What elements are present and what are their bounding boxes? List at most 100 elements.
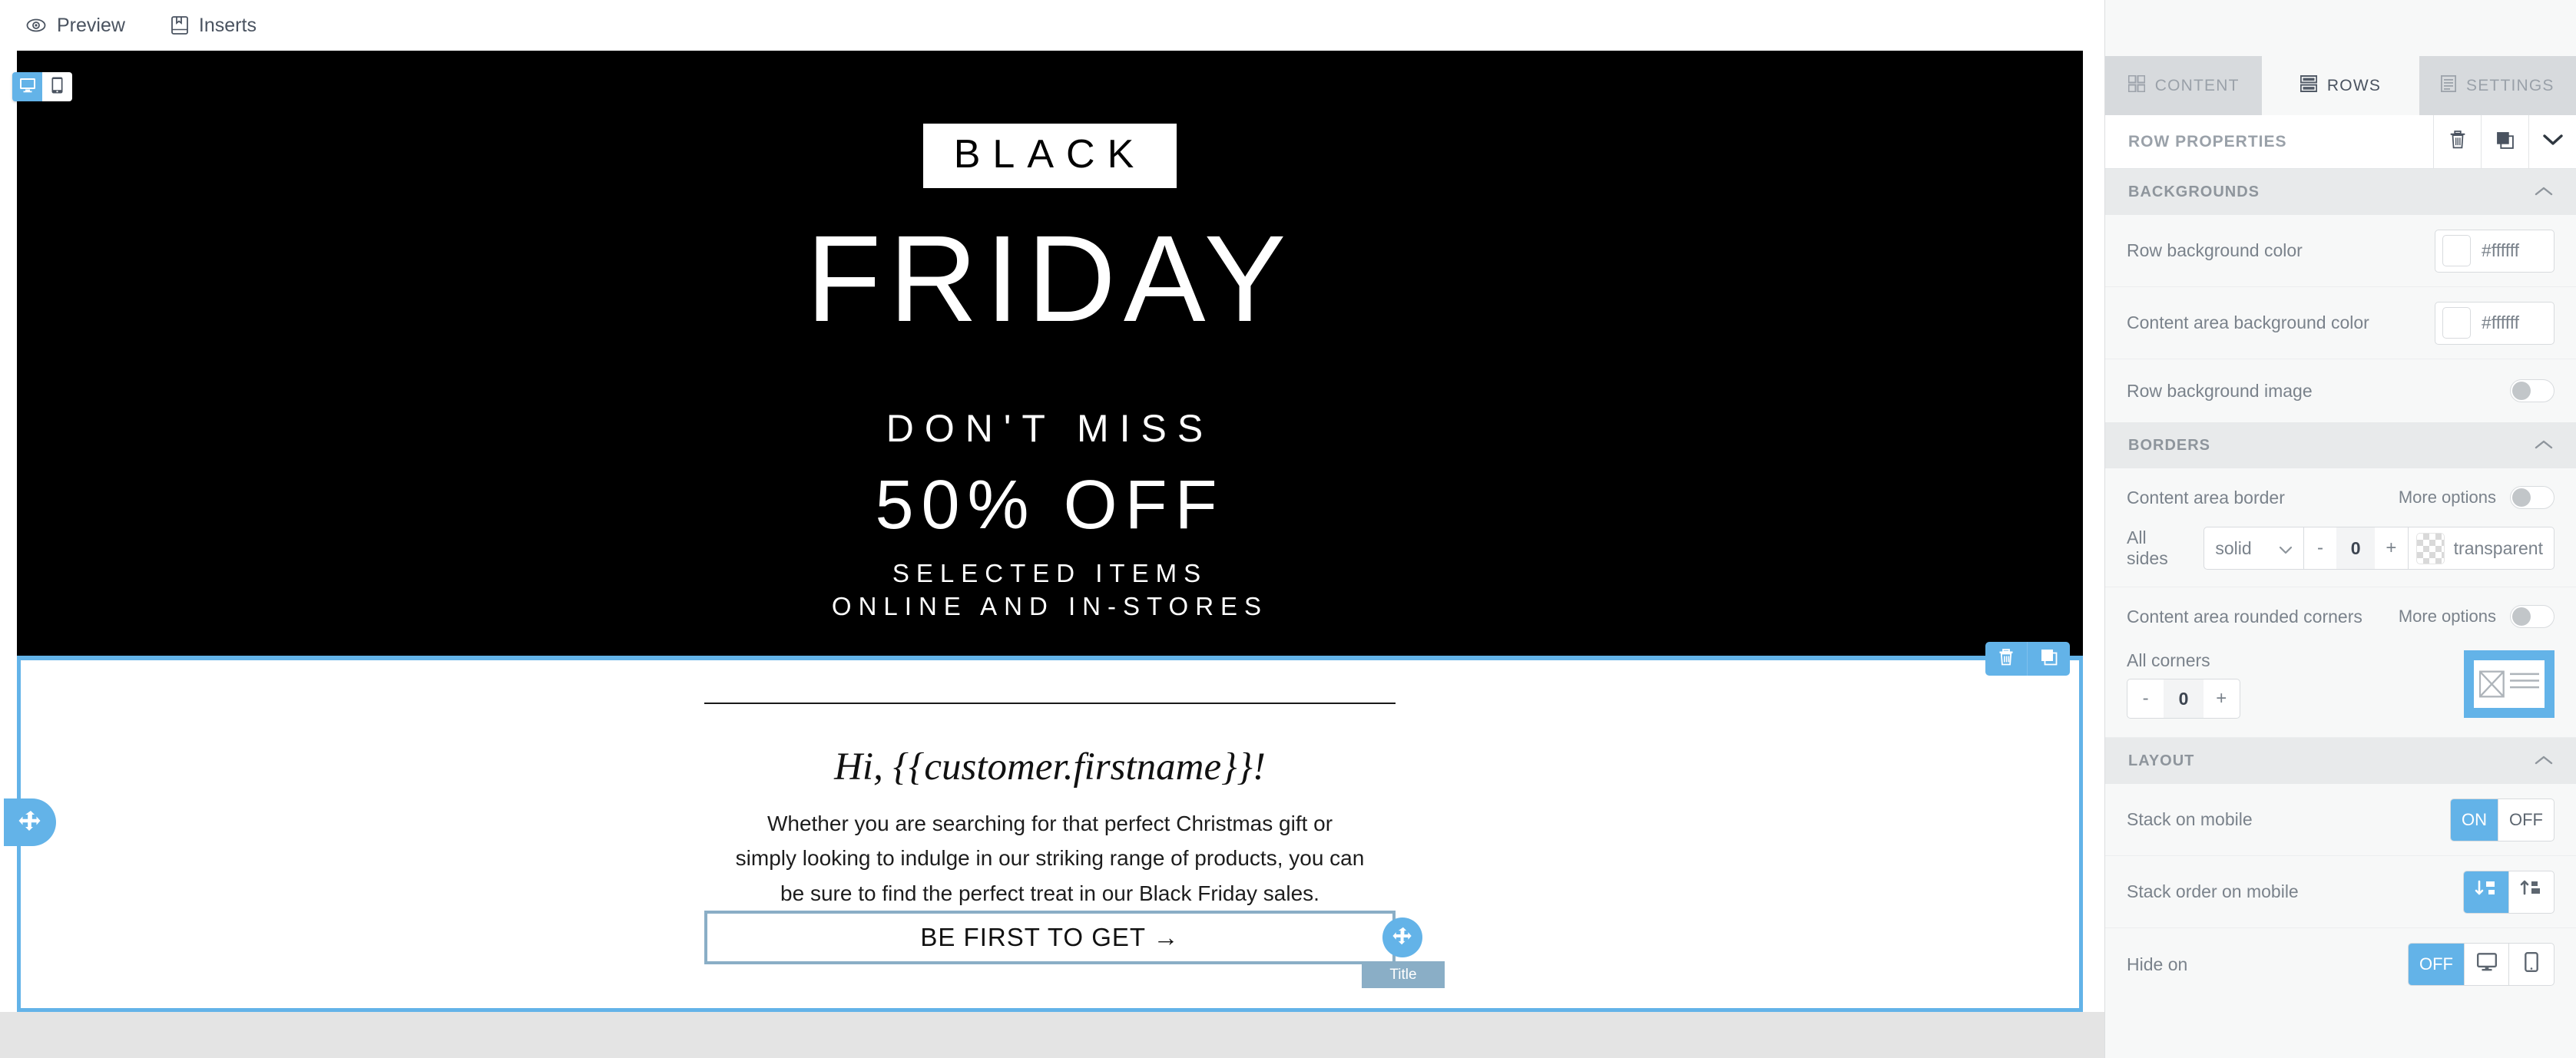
chevron-up-icon (2535, 183, 2553, 201)
row-toolbar[interactable] (1985, 642, 2070, 676)
desktop-icon (2476, 953, 2497, 976)
stack-on-mobile-row: Stack on mobile ON OFF (2105, 784, 2576, 856)
corner-radius-increment[interactable]: + (2204, 679, 2240, 718)
element-type-badge: Title (1362, 961, 1445, 988)
hero-headline: FRIDAY (806, 210, 1294, 347)
border-more-options-toggle[interactable] (2510, 486, 2554, 509)
content-area-border-row: Content area border More options (2105, 468, 2576, 527)
cta-button[interactable]: BE FIRST TO GET → (704, 911, 1396, 964)
email-body: BLACK FRIDAY DON'T MISS 50% OFF SELECTED… (4, 51, 2083, 1012)
inserts-label: Inserts (198, 14, 257, 36)
stack-on-mobile-on[interactable]: ON (2451, 798, 2498, 841)
content-area-background-color-row: Content area background color #ffffff (2105, 287, 2576, 359)
tab-settings[interactable]: SETTINGS (2419, 56, 2576, 115)
stack-on-mobile-toggle[interactable]: ON OFF (2450, 798, 2554, 841)
content-area-background-color-input[interactable]: #ffffff (2435, 301, 2554, 345)
border-color-picker[interactable]: transparent (2407, 527, 2554, 569)
sort-ascending-icon (2520, 880, 2543, 904)
row-background-image-row: Row background image (2105, 359, 2576, 422)
stack-order-down-button[interactable] (2464, 871, 2509, 913)
trash-icon (1998, 648, 2015, 670)
chevron-down-icon (2542, 134, 2563, 150)
row-background-image-toggle[interactable] (2510, 379, 2554, 402)
corner-radius-value[interactable]: 0 (2164, 679, 2204, 718)
email-canvas: BLACK FRIDAY DON'T MISS 50% OFF SELECTED… (0, 51, 2104, 1058)
image-placeholder-icon (2479, 670, 2505, 698)
hero-subline-2: ONLINE AND IN-STORES (831, 592, 1269, 621)
cta-block[interactable]: BE FIRST TO GET → Title (704, 911, 1445, 988)
panel-tabs: CONTENT ROWS SETTINGS (2105, 56, 2576, 115)
corners-more-options-label: More options (2398, 607, 2496, 626)
toggle-knob (2512, 488, 2531, 507)
hide-on-toggle[interactable]: OFF (2408, 943, 2554, 986)
border-more-options-label: More options (2398, 488, 2496, 507)
section-borders-header[interactable]: BORDERS (2105, 422, 2576, 468)
stack-order-row: Stack order on mobile (2105, 856, 2576, 928)
corners-more-options-toggle[interactable] (2510, 605, 2554, 628)
hide-on-label: Hide on (2127, 954, 2188, 974)
content-area-rounded-corners-label: Content area rounded corners (2127, 606, 2362, 627)
duplicate-row-button[interactable] (2028, 642, 2070, 676)
preview-button[interactable]: Preview (26, 15, 125, 37)
inserts-button[interactable]: Inserts (171, 15, 257, 37)
delete-row-button[interactable] (1985, 642, 2028, 676)
body-paragraph[interactable]: Whether you are searching for that perfe… (735, 806, 1365, 911)
tab-content[interactable]: CONTENT (2105, 56, 2263, 115)
chevron-up-icon (2535, 752, 2553, 770)
stack-on-mobile-off[interactable]: OFF (2498, 799, 2554, 841)
document-icon (2440, 74, 2457, 97)
hide-on-desktop-button[interactable] (2465, 944, 2509, 985)
content-area-rounded-corners-row: Content area rounded corners More option… (2105, 587, 2576, 646)
hero-row[interactable]: BLACK FRIDAY DON'T MISS 50% OFF SELECTED… (17, 51, 2083, 656)
delete-row-properties-button[interactable] (2433, 114, 2481, 169)
toggle-knob (2512, 607, 2531, 626)
section-layout-header[interactable]: LAYOUT (2105, 738, 2576, 784)
all-corners-control: All corners - 0 + (2127, 650, 2240, 719)
desktop-icon (19, 78, 36, 97)
trash-icon (2449, 130, 2467, 154)
toggle-knob (2512, 382, 2531, 400)
tab-content-label: CONTENT (2154, 76, 2240, 94)
border-width-value[interactable]: 0 (2336, 527, 2376, 569)
desktop-view-button[interactable] (12, 72, 42, 101)
border-controls: solid - 0 + transparent (2204, 527, 2554, 570)
mobile-view-button[interactable] (42, 72, 72, 101)
content-row-selected[interactable]: Hi, {{customer.firstname}}! Whether you … (4, 642, 2083, 1012)
section-layout-title: LAYOUT (2128, 752, 2195, 769)
section-borders-title: BORDERS (2128, 436, 2211, 454)
cta-move-handle[interactable] (1382, 917, 1422, 957)
hide-on-off-button[interactable]: OFF (2409, 944, 2465, 985)
section-backgrounds-header[interactable]: BACKGROUNDS (2105, 169, 2576, 215)
move-row-handle[interactable] (4, 798, 56, 846)
sort-descending-icon (2475, 880, 2498, 904)
top-toolbar: Preview Inserts (0, 0, 2104, 51)
hide-on-row: Hide on OFF (2105, 928, 2576, 1000)
stack-order-up-button[interactable] (2509, 871, 2554, 913)
row-background-color-row: Row background color #ffffff (2105, 215, 2576, 287)
row-properties-header: ROW PROPERTIES (2105, 114, 2576, 169)
section-backgrounds-title: BACKGROUNDS (2128, 183, 2260, 200)
collapse-row-properties-button[interactable] (2528, 114, 2576, 169)
hero-subline-1: SELECTED ITEMS (892, 558, 1208, 587)
row-background-color-input[interactable]: #ffffff (2435, 229, 2554, 273)
row-background-color-value: #ffffff (2482, 240, 2520, 260)
border-style-select[interactable]: solid (2204, 527, 2304, 569)
border-width-decrement[interactable]: - (2304, 527, 2337, 569)
border-width-increment[interactable]: + (2375, 527, 2408, 569)
border-all-sides-label: All sides (2127, 527, 2168, 568)
duplicate-row-properties-button[interactable] (2481, 114, 2528, 169)
content-area-background-color-label: Content area background color (2127, 312, 2369, 332)
hero-offer: 50% OFF (875, 467, 1225, 544)
greeting-text[interactable]: Hi, {{customer.firstname}}! (21, 745, 2079, 789)
border-color-value: transparent (2453, 537, 2543, 558)
device-preview-switch[interactable] (12, 72, 72, 101)
hide-on-mobile-button[interactable] (2509, 944, 2554, 985)
row-background-image-label: Row background image (2127, 380, 2313, 401)
hero-kicker: DON'T MISS (886, 407, 1214, 450)
tab-rows[interactable]: ROWS (2262, 56, 2419, 115)
border-style-value: solid (2215, 537, 2252, 558)
rows-icon (2300, 74, 2318, 97)
corner-radius-decrement[interactable]: - (2127, 679, 2164, 718)
content-divider (704, 703, 1396, 704)
stack-order-toggle[interactable] (2463, 870, 2554, 914)
